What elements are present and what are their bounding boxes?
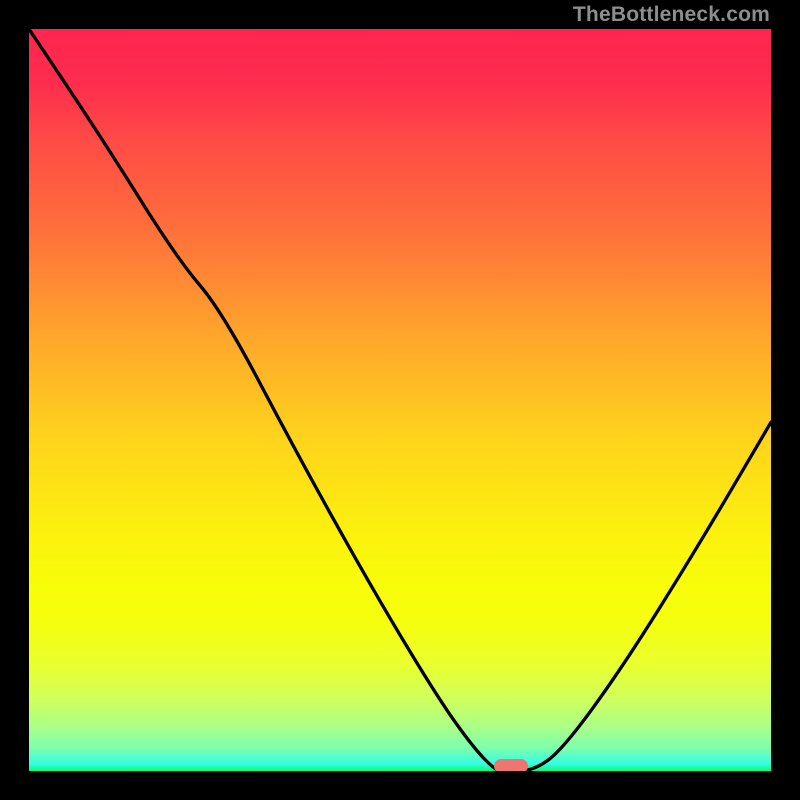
optimal-marker [494, 759, 528, 771]
chart-frame: TheBottleneck.com [0, 0, 800, 800]
watermark-text: TheBottleneck.com [573, 3, 770, 27]
plot-area [29, 29, 771, 771]
bottleneck-curve [29, 29, 771, 771]
